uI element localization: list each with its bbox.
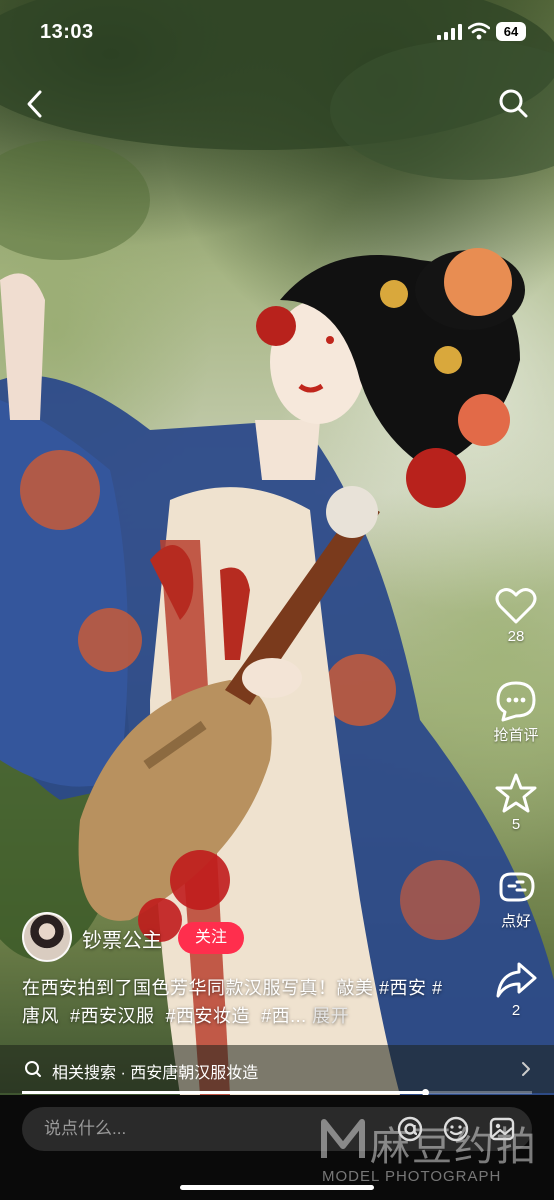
wifi-icon (468, 22, 490, 40)
watermark-logo-icon (321, 1119, 365, 1158)
back-icon[interactable] (20, 86, 50, 122)
caption-text: 在西安拍到了国色芳华同款汉服写真！敲美 #西安 (22, 978, 433, 998)
share-count: 2 (511, 1002, 521, 1019)
expand-caption-link[interactable]: 展开 (312, 1006, 349, 1026)
comment-icon (496, 681, 536, 722)
watermark: 麻豆约拍 MODEL PHOTOGRAPH (320, 1110, 550, 1190)
good-label: 点好 (500, 913, 531, 930)
cellular-signal-icon (437, 24, 462, 40)
watermark-title: 麻豆约拍 (370, 1125, 538, 1169)
watermark-subtitle: MODEL PHOTOGRAPH (322, 1168, 502, 1185)
share-icon (496, 962, 537, 998)
comment-button[interactable]: 抢首评 (486, 680, 546, 745)
hashtag[interactable]: #西安妆造 (166, 1006, 251, 1026)
good-button[interactable]: 点好 (486, 866, 546, 931)
star-icon (495, 773, 537, 813)
post-caption: 在西安拍到了国色芳华同款汉服写真！敲美 #西安 #唐风 #西安汉服 #西安妆造 … (22, 974, 452, 1030)
hashtag[interactable]: #西安汉服 (70, 1006, 155, 1026)
related-search-text: 相关搜索 · 西安唐朝汉服妆造 (52, 1065, 259, 1082)
author-avatar[interactable] (22, 912, 72, 962)
status-bar: 13:03 64 (0, 0, 554, 64)
share-button[interactable]: 2 (486, 960, 546, 1019)
search-icon[interactable] (496, 86, 530, 120)
search-icon (25, 1061, 41, 1077)
status-time: 13:03 (40, 21, 94, 43)
hashtag[interactable]: #西... (261, 1006, 307, 1026)
heart-icon (495, 588, 537, 624)
collect-count: 5 (511, 816, 521, 833)
chevron-right-icon (522, 1062, 530, 1076)
related-search-bar[interactable]: 相关搜索 · 西安唐朝汉服妆造 (0, 1045, 554, 1093)
like-button[interactable]: 28 (486, 586, 546, 645)
like-hand-icon (499, 872, 535, 902)
comment-label: 抢首评 (493, 727, 539, 744)
like-count: 28 (507, 628, 525, 645)
collect-button[interactable]: 5 (486, 772, 546, 833)
video-progress-bar[interactable] (22, 1089, 532, 1096)
author-name[interactable]: 钞票公主 (82, 924, 162, 953)
follow-button[interactable]: 关注 (178, 922, 244, 954)
progress-fill (22, 1091, 425, 1094)
battery-indicator: 64 (496, 22, 526, 41)
